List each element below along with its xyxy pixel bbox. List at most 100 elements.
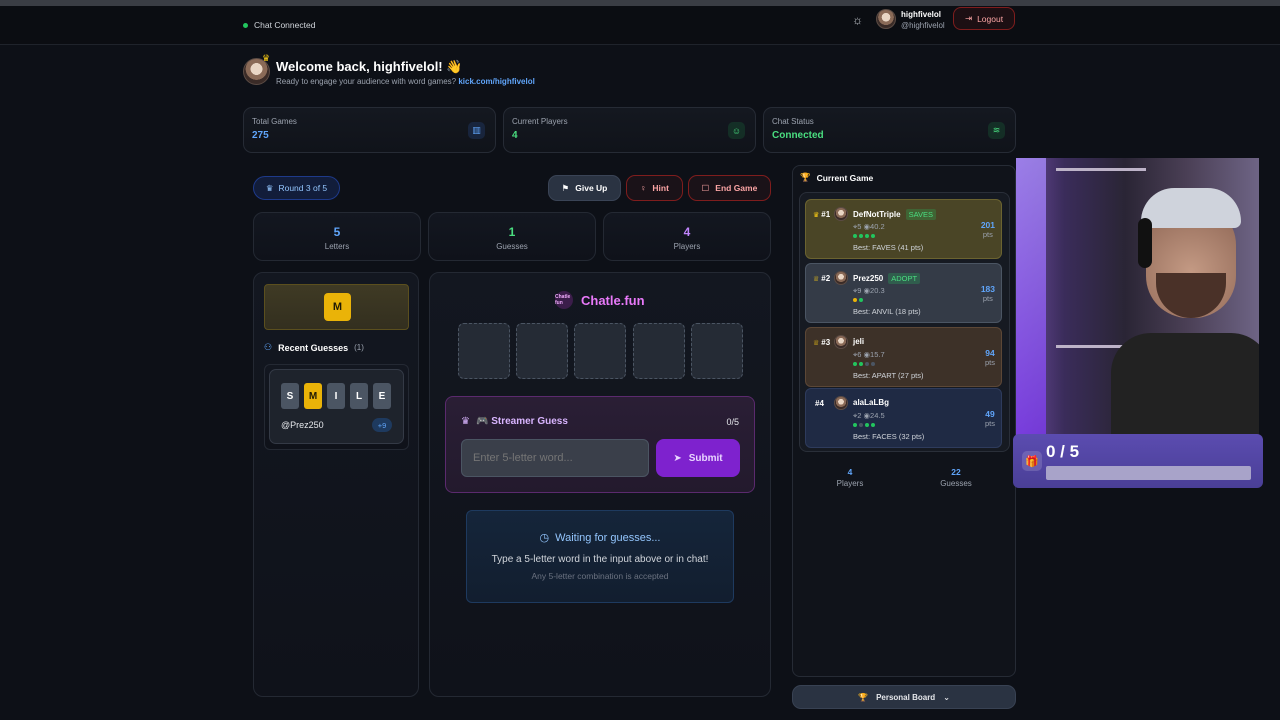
hint-label: Hint xyxy=(652,183,669,193)
user-handle: @highfivelol xyxy=(901,21,945,30)
stop-square-icon: ☐ xyxy=(701,182,710,193)
hint-button[interactable]: ♀ Hint xyxy=(626,175,683,201)
progress-dot xyxy=(865,362,869,366)
streamer-guess-title: 🎮 Streamer Guess xyxy=(475,416,568,427)
stat-label: Total Games xyxy=(252,117,297,126)
stat-value: 275 xyxy=(252,130,269,141)
bar-chart-icon: ▥ xyxy=(468,122,485,139)
letters-stat: 5 Letters xyxy=(253,212,421,261)
guess-letter-tile: E xyxy=(373,383,391,409)
waiting-title: Waiting for guesses... xyxy=(555,531,661,544)
footer-guesses: 22 Guesses xyxy=(926,467,986,488)
user-info: highfivelol @highfivelol xyxy=(901,9,945,31)
chat-status-label: Chat Connected xyxy=(254,20,316,30)
guess-user: @Prez250 xyxy=(281,420,324,430)
player-stats: ⌖6 ◉15.7 xyxy=(853,350,885,359)
player-avatar xyxy=(834,396,848,410)
current-game-title: Current Game xyxy=(816,172,874,183)
player-points-value: 94 xyxy=(985,348,995,358)
submit-button[interactable]: ➤ Submit xyxy=(656,439,740,477)
hint-letters-panel: M xyxy=(264,284,409,330)
player-progress-dots xyxy=(853,298,863,302)
webcam-light xyxy=(1016,158,1046,435)
goal-progress-text: 0 / 5 xyxy=(1046,442,1080,461)
webcam-feed xyxy=(1016,158,1259,435)
streamer-guess-input[interactable] xyxy=(461,439,649,477)
stat-card-chat-status: Chat Status Connected ≋ xyxy=(763,107,1016,153)
send-icon: ➤ xyxy=(673,452,682,464)
give-up-label: Give Up xyxy=(575,183,608,193)
player-points: 49 pts xyxy=(985,409,995,428)
letter-slot xyxy=(574,323,626,379)
rank-crown-icon: ♛ xyxy=(813,211,820,219)
guess-letter-tile: I xyxy=(327,383,345,409)
stat-label: Current Players xyxy=(512,117,568,126)
player-points: 201 pts xyxy=(981,220,995,239)
end-game-label: End Game xyxy=(715,183,758,193)
player-word-tag: ADOPT xyxy=(888,273,921,284)
users-icon: ⚇ xyxy=(264,342,273,352)
guesses-stat: 1 Guesses xyxy=(428,212,596,261)
personal-board-button[interactable]: 🏆 Personal Board ⌄ xyxy=(792,685,1016,709)
footer-guesses-value: 22 xyxy=(951,467,961,477)
player-best: Best: ANVIL (18 pts) xyxy=(853,307,921,316)
trophy-icon: 🏆 xyxy=(858,692,869,702)
round-label: Round 3 of 5 xyxy=(278,183,328,193)
chatle-logo-icon: Chatle fun xyxy=(555,291,573,309)
footer-players: 4 Players xyxy=(820,467,880,488)
player-name: jeli xyxy=(853,337,865,346)
flag-icon: ⚑ xyxy=(561,182,570,193)
guess-letter-tile: L xyxy=(350,383,368,409)
player-avatar xyxy=(834,207,848,221)
progress-dot xyxy=(871,362,875,366)
rank-crown-icon: ♕ xyxy=(813,275,820,283)
player-word-tag: SAVES xyxy=(905,209,937,220)
chevron-down-icon: ⌄ xyxy=(943,692,950,702)
footer-players-label: Players xyxy=(836,479,864,488)
guess-letter-tile: M xyxy=(304,383,322,409)
recent-guesses-header: ⚇ Recent Guesses (1) xyxy=(264,342,364,353)
player-rank-label: #3 xyxy=(821,338,831,347)
waiting-note: Any 5-letter combination is accepted xyxy=(531,571,669,581)
end-game-button[interactable]: ☐ End Game xyxy=(688,175,771,201)
letter-slot xyxy=(633,323,685,379)
player-avatar xyxy=(834,335,848,349)
progress-dot xyxy=(859,298,863,302)
letters-value: 5 xyxy=(333,225,341,239)
progress-dot xyxy=(853,423,857,427)
stat-value: Connected xyxy=(772,130,824,141)
progress-dot xyxy=(865,234,869,238)
progress-dot xyxy=(853,234,857,238)
welcome-subtitle-text: Ready to engage your audience with word … xyxy=(276,77,457,86)
leaderboard-player-card: ♕ #2 Prez250 ADOPT ⌖9 ◉20.3 Best: ANVIL (18 p… xyxy=(805,263,1002,323)
brand-title: Chatle.fun xyxy=(581,293,645,308)
give-up-button[interactable]: ⚑ Give Up xyxy=(548,175,621,201)
progress-dot xyxy=(871,234,875,238)
player-rank-label: #4 xyxy=(815,399,824,408)
round-badge: ♛ Round 3 of 5 xyxy=(253,176,340,200)
player-rank: ♛ #1 xyxy=(813,210,830,219)
letter-slot xyxy=(458,323,510,379)
theme-toggle-sun-icon[interactable]: ☼ xyxy=(852,13,863,27)
trophy-icon: 🏆 xyxy=(800,172,811,182)
progress-dot xyxy=(853,298,857,302)
player-name: DefNotTriple xyxy=(853,210,901,219)
leaderboard-player-card: #4 alaLaLBg ⌖2 ◉24.5 Best: FACES (32 pts) 49… xyxy=(805,388,1002,448)
personal-board-label: Personal Board xyxy=(876,692,936,702)
player-points-value: 49 xyxy=(985,409,995,419)
player-stats: ⌖9 ◉20.3 xyxy=(853,286,885,295)
player-rank: #4 xyxy=(813,399,824,408)
channel-link[interactable]: kick.com/highfivelol xyxy=(458,77,534,86)
user-avatar[interactable] xyxy=(876,9,896,29)
player-name-row: DefNotTriple SAVES xyxy=(853,209,937,220)
logout-button[interactable]: ⇥ Logout xyxy=(953,7,1015,30)
player-rank: ♕ #3 xyxy=(813,338,830,347)
footer-guesses-label: Guesses xyxy=(940,479,972,488)
logout-icon: ⇥ xyxy=(964,13,973,23)
footer-players-value: 4 xyxy=(847,467,853,477)
waiting-title-row: ◷ Waiting for guesses... xyxy=(467,531,733,545)
player-rank-label: #1 xyxy=(821,210,831,219)
submit-label: Submit xyxy=(688,452,723,464)
status-dot-icon xyxy=(243,22,248,28)
waiting-instruction: Type a 5-letter word in the input above … xyxy=(491,554,709,565)
